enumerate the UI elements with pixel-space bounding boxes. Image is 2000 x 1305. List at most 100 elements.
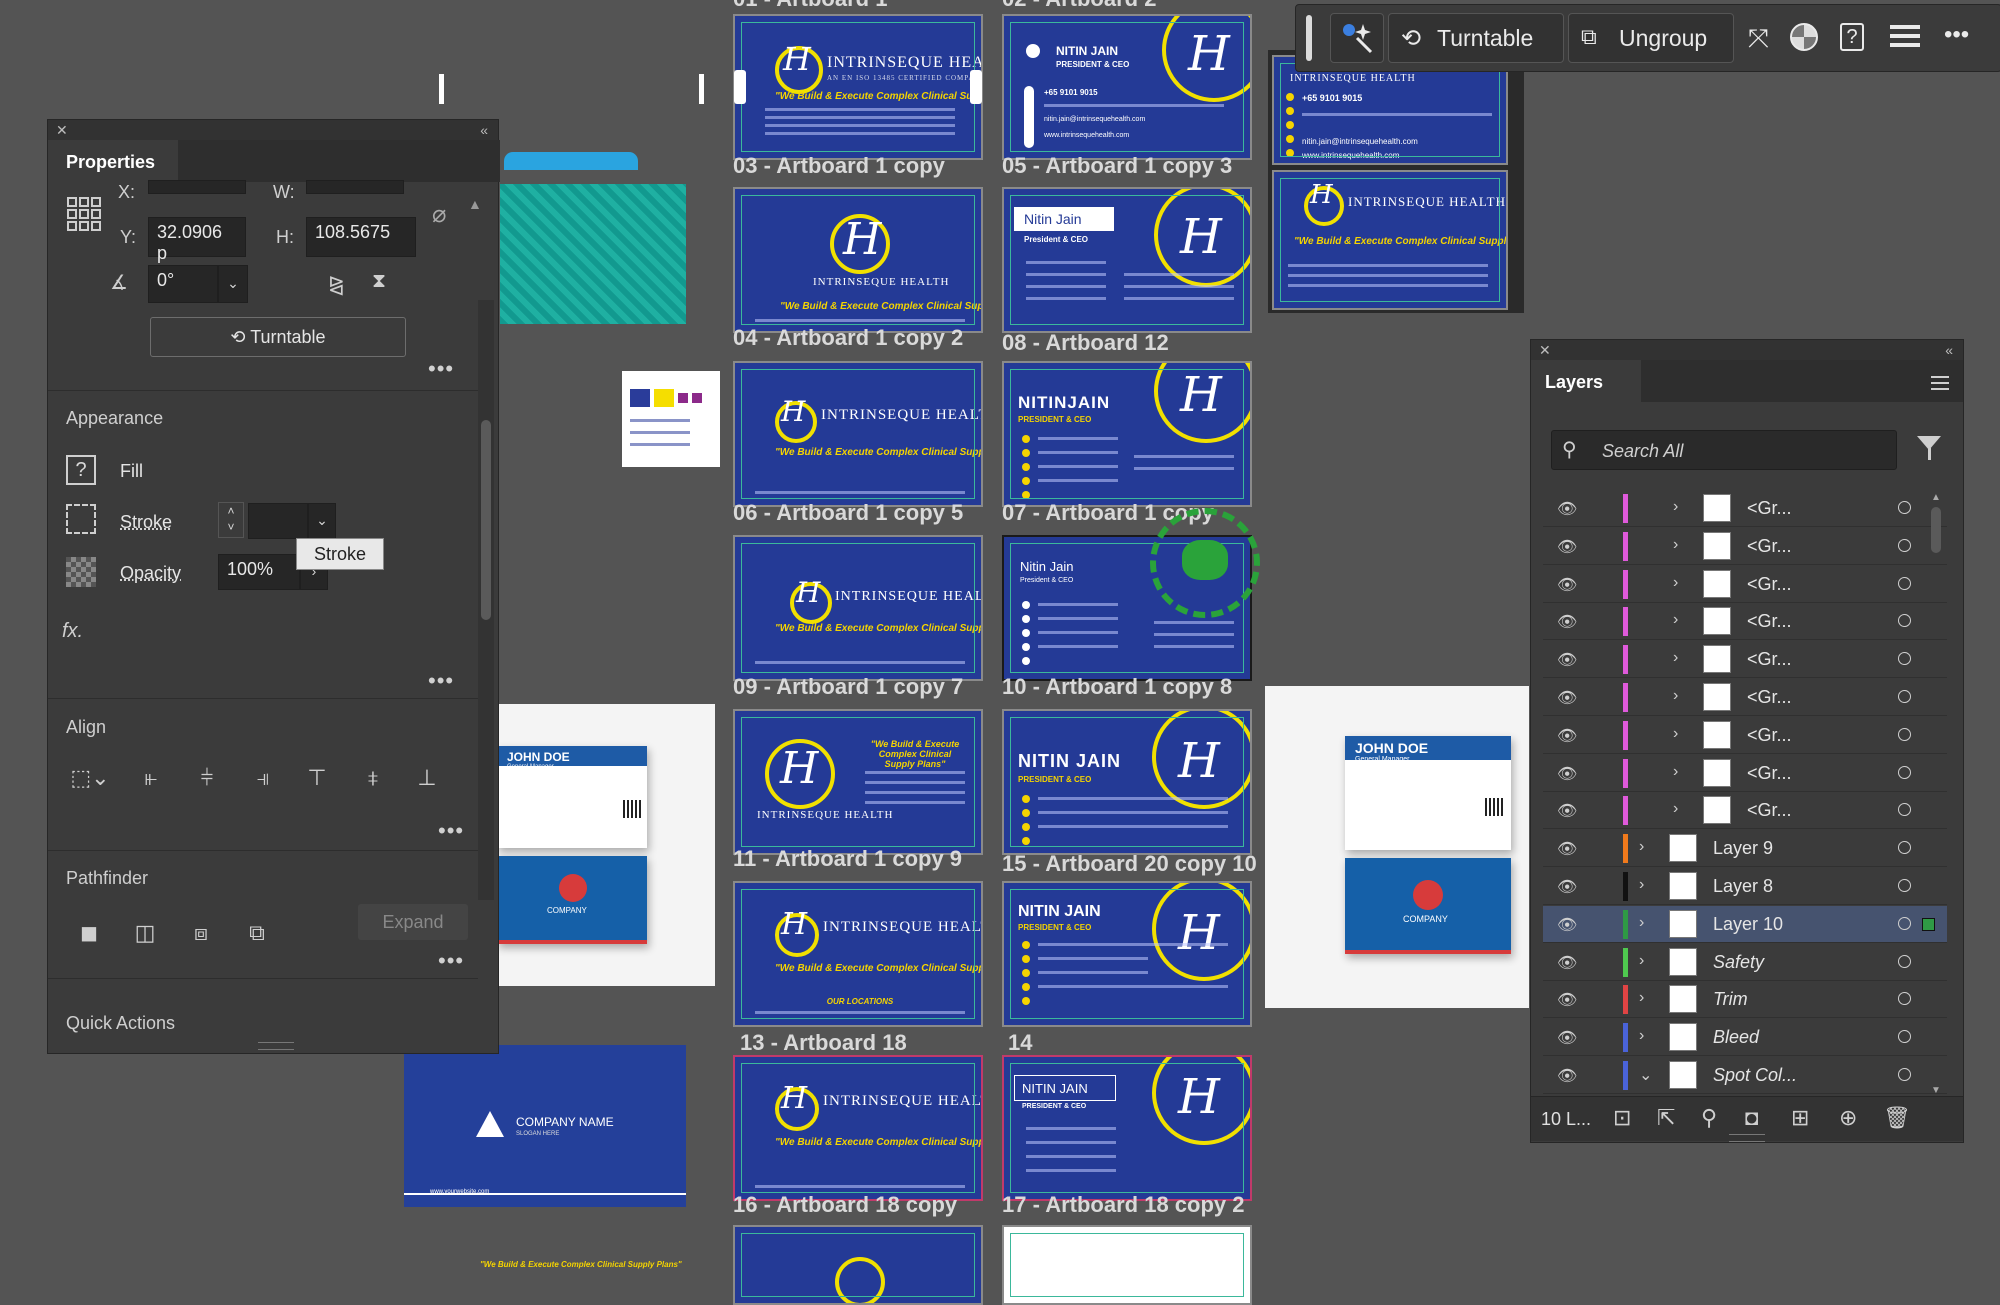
unite-icon[interactable]: ◼: [74, 920, 104, 946]
business-card-artboard[interactable]: H INTRINSEQUE HEALTH "We Build & Execute…: [733, 709, 983, 855]
collapse-icon[interactable]: «: [480, 122, 488, 138]
business-card-artboard[interactable]: H INTRINSEQUE HEALTH AN EN ISO 13485 CER…: [733, 14, 983, 160]
align-to-icon[interactable]: ⬚⌄: [70, 765, 110, 791]
layer-row[interactable]: 👁 › <Gr...: [1543, 641, 1947, 679]
business-card-artboard[interactable]: H NITIN JAIN PRESIDENT & CEO: [1002, 709, 1252, 855]
resize-handle[interactable]: [699, 74, 704, 104]
scroll-up-icon[interactable]: ▲: [468, 196, 482, 212]
chevron-right-icon[interactable]: ›: [1673, 498, 1678, 516]
layer-row[interactable]: 👁 › Safety: [1543, 944, 1947, 981]
chevron-right-icon[interactable]: ›: [1673, 536, 1678, 554]
align-top-icon[interactable]: ⊤: [302, 765, 332, 791]
target-circle-icon[interactable]: [1898, 690, 1911, 703]
layer-row[interactable]: 👁 › Layer 9: [1543, 830, 1947, 868]
layer-name[interactable]: <Gr...: [1747, 800, 1792, 821]
target-circle-icon[interactable]: [1898, 538, 1911, 552]
resize-grip[interactable]: [258, 1042, 294, 1050]
business-card-artboard[interactable]: H INTRINSEQUE HEALTH "We Build & Execute…: [733, 881, 983, 1027]
business-card-artboard[interactable]: H Nitin Jain President & CEO: [1002, 187, 1252, 333]
turntable-button[interactable]: ⟲ Turntable: [1388, 13, 1564, 63]
align-right-icon[interactable]: ⫣: [248, 765, 278, 791]
chevron-right-icon[interactable]: ›: [1673, 574, 1678, 592]
export-icon[interactable]: ⇱: [1657, 1105, 1675, 1131]
chevron-right-icon[interactable]: ›: [1639, 952, 1644, 970]
layer-row[interactable]: 👁 › Bleed: [1543, 1019, 1947, 1057]
search-input[interactable]: ⚲ Search All: [1551, 430, 1897, 470]
business-card-artboard[interactable]: H NITINJAIN PRESIDENT & CEO: [1002, 361, 1252, 507]
mockup-image[interactable]: JOHN DOE General Manager COMPANY: [497, 704, 715, 986]
chevron-down-icon[interactable]: ⌄: [308, 503, 336, 539]
business-card-artboard[interactable]: H INTRINSEQUE HEALTH "We Build & Execute…: [1272, 170, 1508, 310]
target-circle-icon[interactable]: [1898, 1068, 1911, 1081]
chevron-right-icon[interactable]: ›: [1673, 800, 1678, 818]
visibility-eye-icon[interactable]: 👁: [1557, 915, 1577, 935]
hamburger-menu-icon[interactable]: [1890, 25, 1920, 47]
layer-row[interactable]: 👁 › <Gr...: [1543, 679, 1947, 716]
stroke-weight-stepper[interactable]: ˄ ˅: [218, 502, 244, 538]
layer-row[interactable]: 👁 › <Gr...: [1543, 566, 1947, 603]
target-circle-icon[interactable]: [1898, 841, 1911, 855]
transform-icon[interactable]: ⤧: [1748, 23, 1769, 55]
business-card-artboard[interactable]: H INTRINSEQUE HEALTH "We Build & Execute…: [733, 535, 983, 681]
opacity-label[interactable]: Opacity: [120, 563, 181, 584]
resize-grip[interactable]: [1729, 1134, 1765, 1142]
x-field[interactable]: [148, 180, 246, 194]
close-icon[interactable]: ✕: [1539, 342, 1551, 359]
layer-row[interactable]: 👁 › <Gr...: [1543, 490, 1947, 527]
visibility-eye-icon[interactable]: 👁: [1557, 801, 1577, 821]
layer-row[interactable]: 👁 ⌄ Spot Col...: [1543, 1057, 1947, 1094]
exclude-icon[interactable]: ⧉: [242, 920, 272, 946]
layer-name[interactable]: Spot Col...: [1713, 1065, 1797, 1086]
chevron-right-icon[interactable]: ›: [1673, 649, 1678, 667]
layer-row[interactable]: 👁 › Layer 8: [1543, 868, 1947, 905]
business-card-artboard[interactable]: H NITIN JAIN PRESIDENT & CEO: [1002, 1055, 1252, 1201]
target-circle-icon[interactable]: [1898, 576, 1911, 590]
visibility-eye-icon[interactable]: 👁: [1557, 839, 1577, 859]
business-card-artboard[interactable]: [1002, 1225, 1252, 1305]
visibility-eye-icon[interactable]: 👁: [1557, 990, 1577, 1010]
target-circle-icon[interactable]: [1898, 803, 1911, 817]
layer-name[interactable]: <Gr...: [1747, 498, 1792, 519]
intersect-icon[interactable]: ⧈: [186, 920, 216, 946]
mockup-image[interactable]: JOHN DOE General Manager COMPANY: [1265, 686, 1529, 1008]
layer-name[interactable]: <Gr...: [1747, 763, 1792, 784]
stroke-weight-field[interactable]: [248, 503, 308, 539]
visibility-eye-icon[interactable]: 👁: [1557, 688, 1577, 708]
help-icon[interactable]: ?: [1840, 23, 1864, 51]
visibility-eye-icon[interactable]: 👁: [1557, 612, 1577, 632]
business-card-artboard[interactable]: [733, 1225, 983, 1305]
collapse-icon[interactable]: «: [1945, 342, 1953, 358]
fill-swatch-icon[interactable]: ?: [66, 455, 96, 485]
y-field[interactable]: 32.0906 p: [148, 217, 246, 263]
panel-header[interactable]: ✕ «: [1531, 340, 1963, 360]
target-circle-icon[interactable]: [1898, 916, 1911, 930]
expand-button[interactable]: Expand: [358, 904, 468, 940]
color-palette-swatch[interactable]: [622, 371, 720, 467]
business-card-artboard[interactable]: H INTRINSEQUE HEALTH "We Build & Execute…: [733, 361, 983, 507]
business-card-artboard[interactable]: H NITIN JAIN PRESIDENT & CEO: [1002, 881, 1252, 1027]
new-sublayer-icon[interactable]: ⊞: [1791, 1105, 1809, 1131]
layer-row[interactable]: 👁 › <Gr...: [1543, 717, 1947, 754]
target-circle-icon[interactable]: [1898, 501, 1911, 514]
chevron-right-icon[interactable]: ›: [1639, 1027, 1644, 1045]
close-icon[interactable]: ✕: [56, 122, 68, 139]
constrain-proportions-icon[interactable]: ⌀: [432, 200, 446, 229]
company-card[interactable]: COMPANY NAME SLOGAN HERE www.yourwebsite…: [404, 1045, 686, 1207]
layer-name[interactable]: <Gr...: [1747, 649, 1792, 670]
layer-row[interactable]: 👁 › <Gr...: [1543, 528, 1947, 565]
tab-properties[interactable]: Properties: [48, 140, 178, 182]
visibility-eye-icon[interactable]: 👁: [1557, 726, 1577, 746]
layer-name[interactable]: Layer 8: [1713, 876, 1773, 897]
ungroup-button[interactable]: ⧉ Ungroup: [1568, 13, 1734, 63]
make-clipping-mask-icon[interactable]: ◘: [1745, 1105, 1758, 1131]
align-bottom-icon[interactable]: ⊥: [412, 765, 442, 791]
target-circle-icon[interactable]: [1898, 765, 1911, 779]
visibility-eye-icon[interactable]: 👁: [1557, 499, 1577, 519]
target-circle-icon[interactable]: [1898, 727, 1911, 741]
align-horizontal-center-icon[interactable]: ⫩: [192, 765, 222, 791]
target-circle-icon[interactable]: [1898, 992, 1911, 1006]
resize-handle[interactable]: [734, 70, 746, 104]
layer-row[interactable]: 👁 › <Gr...: [1543, 755, 1947, 792]
turntable-button[interactable]: ⟲ Turntable: [150, 317, 406, 357]
layer-name[interactable]: Bleed: [1713, 1027, 1759, 1048]
